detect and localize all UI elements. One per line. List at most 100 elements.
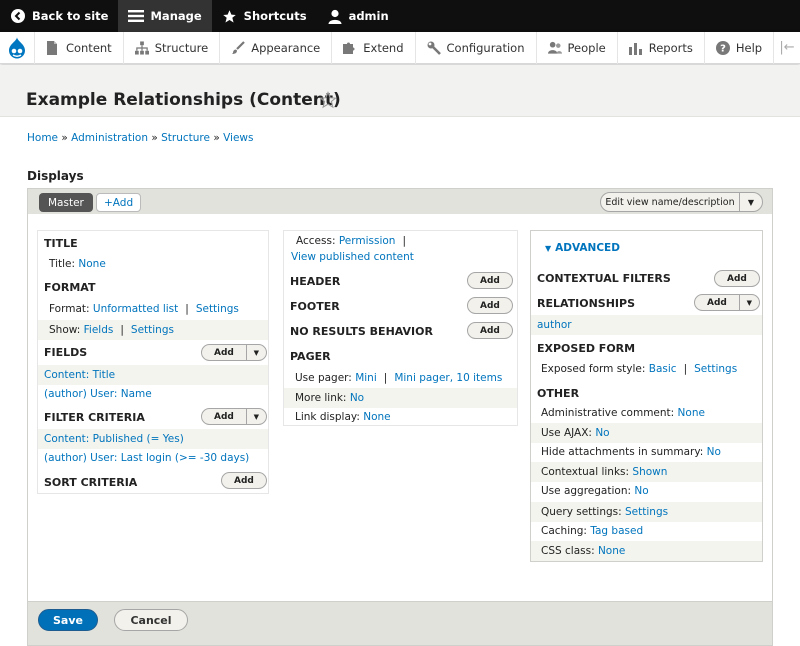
user-tab[interactable]: admin [317, 0, 399, 32]
manage-tab[interactable]: Manage [118, 0, 212, 32]
other-value-link[interactable]: Shown [632, 466, 667, 478]
more-link-value[interactable]: No [350, 392, 364, 404]
tray-item-structure[interactable]: Structure [122, 31, 220, 64]
link-display-key: Link display: [295, 411, 360, 423]
header-add-label: Add [480, 275, 500, 286]
other-row: Contextual links: Shown [531, 462, 762, 482]
bar-chart-icon [628, 41, 643, 55]
shortcuts-tab[interactable]: Shortcuts [212, 0, 317, 32]
section-contextual-filters: CONTEXTUAL FILTERS [537, 272, 671, 285]
separator: | [402, 235, 407, 247]
tray-label-content: Content [65, 40, 112, 55]
master-display-tab[interactable]: Master [39, 193, 93, 212]
advanced-toggle[interactable]: ▼ ADVANCED [545, 242, 620, 254]
format-settings-link[interactable]: Settings [196, 303, 239, 315]
shortcut-star-icon[interactable] [319, 91, 337, 109]
other-value-link[interactable]: None [678, 407, 705, 419]
tray-label-reports: Reports [648, 40, 693, 55]
collapse-tray-icon[interactable]: |← [773, 31, 800, 64]
tray-item-appearance[interactable]: Appearance [219, 31, 331, 64]
exposed-basic-link[interactable]: Basic [649, 363, 677, 375]
format-row: Format: Unformatted list | Settings [38, 303, 268, 315]
back-arrow-icon [10, 8, 26, 24]
footer-add-button[interactable]: Add [467, 297, 513, 314]
filter-row: Content: Published (= Yes) [38, 429, 268, 449]
cancel-button[interactable]: Cancel [114, 609, 188, 631]
header-add-button[interactable]: Add [467, 272, 513, 289]
field-content-title-link[interactable]: Content: Title [44, 369, 115, 381]
filter-add-button[interactable]: Add [202, 409, 247, 424]
breadcrumb-structure[interactable]: Structure [161, 132, 210, 144]
breadcrumb-views[interactable]: Views [223, 132, 253, 144]
tray-item-extend[interactable]: Extend [331, 31, 414, 64]
other-value-link[interactable]: None [598, 545, 625, 557]
title-value-link[interactable]: None [78, 258, 105, 270]
add-display-button[interactable]: +Add [96, 193, 142, 212]
section-format: FORMAT [44, 281, 96, 294]
tray-item-content[interactable]: Content [33, 31, 123, 64]
section-other: OTHER [537, 387, 580, 400]
user-label: admin [348, 9, 389, 23]
dropdown-arrow-icon[interactable]: ▼ [740, 299, 759, 307]
drupal-logo-icon[interactable] [0, 32, 34, 64]
back-to-site-label: Back to site [32, 9, 109, 23]
section-footer: FOOTER [290, 300, 340, 313]
more-link-key: More link: [295, 392, 347, 404]
format-section: FORMAT [38, 281, 268, 294]
dropdown-arrow-icon[interactable]: ▼ [247, 349, 266, 357]
link-display-value[interactable]: None [363, 411, 390, 423]
manage-label: Manage [150, 9, 202, 23]
tray-item-help[interactable]: ? Help [703, 31, 773, 64]
tray-item-people[interactable]: People [535, 31, 617, 64]
other-key: Hide attachments in summary: [541, 446, 704, 458]
other-row: Query settings: Settings [531, 502, 762, 522]
access-permission-link[interactable]: View published content [291, 251, 414, 263]
tray-item-configuration[interactable]: Configuration [414, 31, 536, 64]
access-value-link[interactable]: Permission [339, 235, 396, 247]
triangle-down-icon: ▼ [545, 244, 552, 253]
mini-pager-link[interactable]: Mini pager, 10 items [394, 372, 502, 384]
relationships-add-button[interactable]: Add [695, 295, 740, 310]
dropdown-arrow-icon[interactable]: ▼ [247, 413, 266, 421]
format-value-link[interactable]: Unformatted list [93, 303, 178, 315]
show-value-link[interactable]: Fields [84, 324, 114, 336]
other-value-link[interactable]: No [634, 485, 648, 497]
save-button[interactable]: Save [38, 609, 98, 631]
other-row: Use AJAX: No [531, 423, 762, 443]
other-value-link[interactable]: Tag based [590, 525, 643, 537]
field-author-name-link[interactable]: (author) User: Name [44, 388, 152, 400]
other-row: Administrative comment: None [531, 407, 762, 419]
use-pager-link[interactable]: Mini [355, 372, 377, 384]
section-sort-criteria: SORT CRITERIA [44, 476, 138, 489]
other-value-link[interactable]: No [707, 446, 721, 458]
other-value-link[interactable]: Settings [625, 506, 668, 518]
star-icon [222, 8, 238, 24]
relationship-author-link[interactable]: author [537, 319, 572, 331]
noresults-add-button[interactable]: Add [467, 322, 513, 339]
exposed-settings-link[interactable]: Settings [694, 363, 737, 375]
filter-last-login-link[interactable]: (author) User: Last login (>= -30 days) [44, 452, 249, 464]
tray-item-reports[interactable]: Reports [616, 31, 704, 64]
filter-published-link[interactable]: Content: Published (= Yes) [44, 433, 184, 445]
other-row: Hide attachments in summary: No [531, 446, 762, 458]
back-to-site-link[interactable]: Back to site [0, 0, 118, 32]
sort-add-button[interactable]: Add [221, 472, 267, 489]
field-row: Content: Title [38, 365, 268, 385]
link-display-row: Link display: None [284, 411, 517, 423]
relationship-row: author [531, 315, 762, 335]
breadcrumb-administration[interactable]: Administration [71, 132, 148, 144]
tray-label-people: People [567, 40, 606, 55]
exposed-row: Exposed form style: Basic | Settings [531, 363, 762, 375]
show-settings-link[interactable]: Settings [131, 324, 174, 336]
fields-add-button[interactable]: Add [202, 345, 247, 360]
contextual-add-button[interactable]: Add [714, 270, 760, 287]
other-value-link[interactable]: No [595, 427, 609, 439]
edit-view-button[interactable]: Edit view name/description [601, 193, 740, 211]
other-key: Query settings: [541, 506, 622, 518]
dropdown-arrow-icon[interactable]: ▼ [740, 198, 762, 207]
breadcrumb-home[interactable]: Home [27, 132, 58, 144]
other-row: Caching: Tag based [531, 525, 762, 537]
exposed-key: Exposed form style: [541, 363, 646, 375]
wrench-icon [427, 41, 441, 55]
breadcrumb-sep: » [151, 132, 158, 144]
